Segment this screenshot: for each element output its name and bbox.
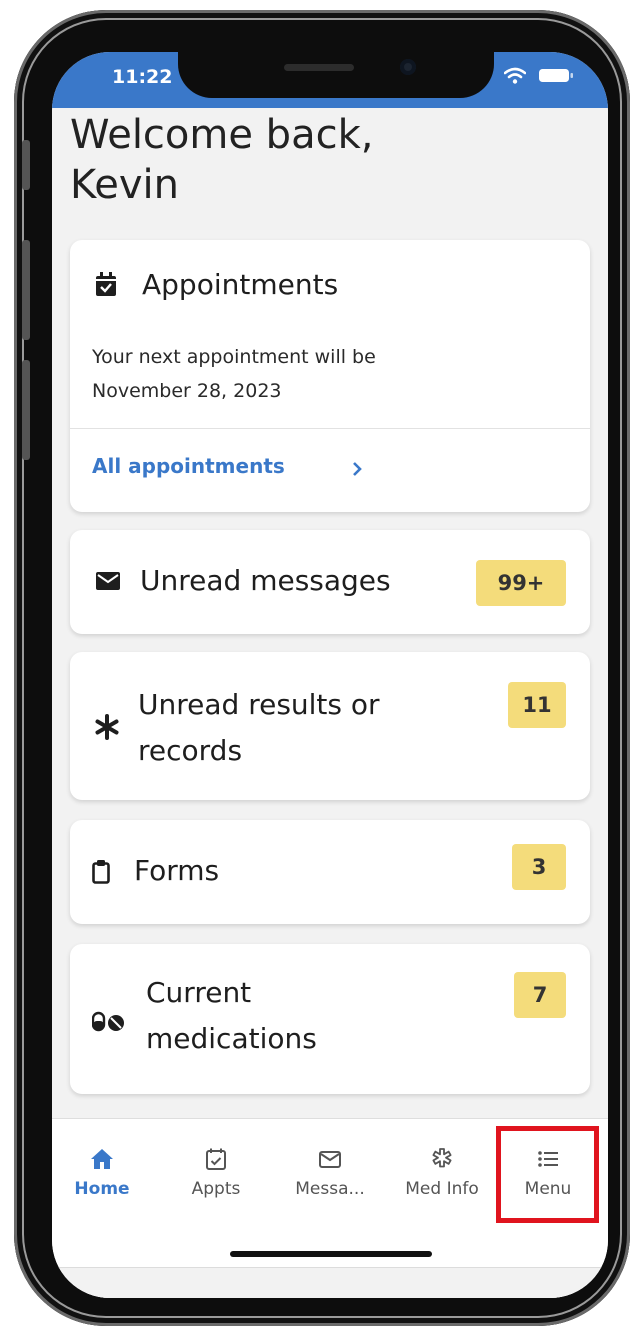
bottom-strip	[52, 1267, 608, 1298]
welcome-heading: Welcome back, Kevin	[70, 110, 590, 210]
calendar-check-icon	[96, 272, 116, 296]
battery-icon	[539, 69, 573, 82]
envelope-icon	[96, 572, 120, 590]
unread-messages-badge: 99+	[476, 560, 566, 606]
mute-switch	[22, 140, 30, 190]
next-appointment-line: Your next appointment will be	[92, 346, 376, 368]
speaker-grille	[284, 64, 354, 71]
user-name: Kevin	[70, 162, 179, 208]
tab-home[interactable]: Home	[52, 1119, 152, 1209]
medications-title-line: Current	[146, 976, 252, 1009]
app-screen: 11:22 Welcome back, Kevin Appointments Y…	[52, 52, 608, 1298]
appointments-title: Appointments	[142, 268, 339, 301]
current-medications-card[interactable]: Current medications 7	[70, 944, 590, 1094]
asterisk-icon	[95, 714, 119, 740]
forms-badge: 3	[512, 844, 566, 890]
volume-down-button	[22, 360, 30, 460]
all-appointments-label: All appointments	[92, 454, 285, 478]
tab-appts[interactable]: Appts	[166, 1119, 266, 1209]
next-appointment-date: November 28, 2023	[92, 380, 282, 402]
calendar-check-icon	[206, 1148, 226, 1170]
home-icon	[91, 1149, 113, 1169]
current-medications-title: Current medications	[146, 970, 317, 1062]
forms-card[interactable]: Forms 3	[70, 820, 590, 924]
clipboard-icon	[92, 860, 110, 884]
forms-title: Forms	[134, 854, 220, 887]
next-appointment-text: Your next appointment will be November 2…	[92, 340, 376, 408]
notch	[178, 52, 494, 98]
tab-med-info[interactable]: Med Info	[392, 1119, 492, 1209]
current-medications-badge: 7	[514, 972, 566, 1018]
status-icons	[504, 67, 574, 84]
tab-label: Messa...	[295, 1179, 365, 1199]
unread-results-badge: 11	[508, 682, 566, 728]
unread-messages-card[interactable]: Unread messages 99+	[70, 530, 590, 634]
tab-label: Home	[74, 1179, 130, 1199]
medications-title-line: medications	[146, 1022, 317, 1055]
unread-results-title: Unread results or records	[138, 682, 380, 774]
envelope-icon	[319, 1151, 341, 1168]
wifi-icon	[504, 67, 526, 84]
tab-label: Med Info	[405, 1179, 479, 1199]
unread-results-card[interactable]: Unread results or records 11	[70, 652, 590, 800]
volume-up-button	[22, 240, 30, 340]
medical-icon	[432, 1148, 452, 1168]
status-time: 11:22	[112, 66, 173, 88]
unread-messages-title: Unread messages	[140, 564, 391, 597]
home-indicator[interactable]	[230, 1251, 432, 1257]
menu-highlight-box	[496, 1126, 599, 1223]
unread-results-title-line: Unread results or	[138, 688, 380, 721]
unread-results-title-line: records	[138, 734, 243, 767]
welcome-line: Welcome back,	[70, 112, 374, 158]
tab-label: Appts	[191, 1179, 241, 1199]
appointments-card: Appointments Your next appointment will …	[70, 240, 590, 512]
tab-messages[interactable]: Messa...	[280, 1119, 380, 1209]
pills-icon	[92, 1011, 124, 1032]
all-appointments-link[interactable]: All appointments	[70, 429, 590, 512]
bottom-tab-bar: Home Appts Messa... Med Info Menu	[52, 1118, 608, 1298]
front-camera	[400, 59, 416, 75]
chevron-right-icon	[353, 462, 362, 476]
